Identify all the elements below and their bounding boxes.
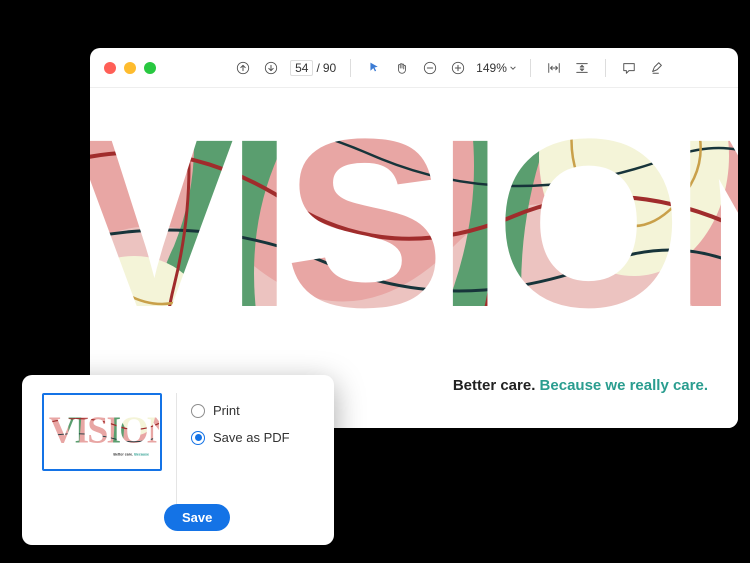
page-current-input[interactable]: 54: [290, 60, 313, 76]
print-option[interactable]: Print: [191, 403, 290, 418]
toolbar: 54 / 90 149%: [176, 57, 724, 79]
chevron-down-icon: [509, 64, 517, 72]
pdf-viewer-window: 54 / 90 149%: [90, 48, 738, 428]
print-label: Print: [213, 403, 240, 418]
comment-icon: [622, 61, 636, 75]
zoom-value: 149%: [476, 61, 507, 75]
fit-width-button[interactable]: [543, 57, 565, 79]
tagline-accent: Because we really care.: [540, 377, 708, 394]
svg-text:Better care.: Better care.: [113, 453, 133, 457]
hand-icon: [395, 61, 409, 75]
titlebar: 54 / 90 149%: [90, 48, 738, 88]
tagline: Better care. Because we really care.: [453, 377, 708, 394]
svg-text:Because: Because: [134, 453, 149, 457]
page-separator: /: [316, 61, 319, 75]
minimize-window-button[interactable]: [124, 62, 136, 74]
arrow-up-circle-icon: [236, 61, 250, 75]
window-controls: [104, 62, 156, 74]
maximize-window-button[interactable]: [144, 62, 156, 74]
toolbar-divider: [350, 59, 351, 77]
save-pdf-label: Save as PDF: [213, 430, 290, 445]
zoom-out-button[interactable]: [419, 57, 441, 79]
comment-tool-button[interactable]: [618, 57, 640, 79]
close-window-button[interactable]: [104, 62, 116, 74]
page-total: 90: [323, 61, 336, 75]
export-dialog: VISION Better care. Because Print Save a…: [22, 375, 334, 545]
highlight-tool-button[interactable]: [646, 57, 668, 79]
highlighter-icon: [650, 61, 664, 75]
fit-width-icon: [547, 61, 561, 75]
fit-page-icon: [575, 61, 589, 75]
arrow-down-circle-icon: [264, 61, 278, 75]
page-down-button[interactable]: [260, 57, 282, 79]
zoom-level-dropdown[interactable]: 149%: [475, 60, 518, 76]
zoom-in-button[interactable]: [447, 57, 469, 79]
selection-tool-button[interactable]: [363, 57, 385, 79]
toolbar-divider: [530, 59, 531, 77]
cursor-icon: [368, 61, 381, 74]
hand-tool-button[interactable]: [391, 57, 413, 79]
toolbar-divider: [605, 59, 606, 77]
radio-icon: [191, 404, 205, 418]
save-button[interactable]: Save: [164, 504, 230, 531]
tagline-lead: Better care.: [453, 377, 536, 394]
zoom-out-icon: [423, 61, 437, 75]
zoom-in-icon: [451, 61, 465, 75]
document-thumbnail[interactable]: VISION Better care. Because: [42, 393, 162, 471]
page-up-button[interactable]: [232, 57, 254, 79]
page-counter: 54 / 90: [290, 60, 336, 76]
save-as-pdf-option[interactable]: Save as PDF: [191, 430, 290, 445]
fit-page-button[interactable]: [571, 57, 593, 79]
radio-selected-icon: [191, 431, 205, 445]
